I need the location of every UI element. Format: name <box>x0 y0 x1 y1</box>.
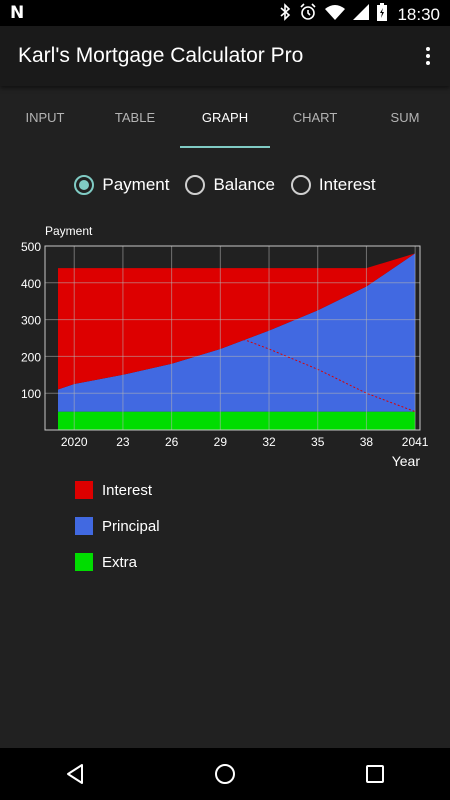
x-tick-label: 2020 <box>61 435 88 449</box>
bluetooth-icon <box>279 3 291 26</box>
x-tick-label: 29 <box>214 435 228 449</box>
radio-payment[interactable]: Payment <box>74 170 169 200</box>
legend-item-extra: Extra <box>75 544 160 580</box>
legend-swatch-extra <box>75 553 93 571</box>
navigation-bar <box>0 748 450 800</box>
x-tick-label: 26 <box>165 435 179 449</box>
status-icons: 18:30 <box>279 3 440 26</box>
radio-balance[interactable]: Balance <box>185 170 275 200</box>
tab-input[interactable]: INPUT <box>0 86 90 150</box>
area-extra <box>58 411 416 430</box>
graph-legend: Interest Principal Extra <box>75 472 160 580</box>
x-tick-label: 35 <box>311 435 325 449</box>
app-title: Karl's Mortgage Calculator Pro <box>18 44 304 67</box>
tab-graph[interactable]: GRAPH <box>180 86 270 150</box>
x-axis-label: Year <box>392 453 421 469</box>
legend-item-principal: Principal <box>75 508 160 544</box>
y-tick-label: 300 <box>21 314 41 328</box>
status-time: 18:30 <box>397 4 440 24</box>
legend-swatch-principal <box>75 517 93 535</box>
y-tick-label: 500 <box>21 240 41 254</box>
tab-bar: INPUT TABLE GRAPH CHART SUM <box>0 86 450 150</box>
radio-checked-icon <box>74 175 95 195</box>
signal-icon <box>353 4 370 25</box>
tab-table[interactable]: TABLE <box>90 86 180 150</box>
radio-interest[interactable]: Interest <box>290 170 376 200</box>
status-bar: N 18:30 <box>0 0 450 26</box>
home-icon[interactable] <box>203 752 247 796</box>
legend-label-extra: Extra <box>102 553 138 571</box>
tab-sum[interactable]: SUM <box>360 86 450 150</box>
legend-label-principal: Principal <box>102 517 160 535</box>
x-tick-label: 32 <box>262 435 276 449</box>
radio-balance-label: Balance <box>213 175 275 194</box>
notification-n-icon: N <box>10 3 25 23</box>
y-tick-label: 200 <box>21 350 41 364</box>
payment-graph: 100 200 300 400 500 2020 23 26 29 32 35 38 2041 Payme… <box>21 224 429 469</box>
legend-swatch-interest <box>75 481 93 499</box>
x-tick-label: 2041 <box>402 435 429 449</box>
x-tick-label: 38 <box>360 435 374 449</box>
alarm-icon <box>299 3 317 26</box>
radio-interest-label: Interest <box>318 175 376 194</box>
y-axis-label: Payment <box>45 224 93 238</box>
graph-type-radio-group: Payment Balance Interest <box>0 170 450 200</box>
radio-unchecked-icon <box>290 175 311 195</box>
y-tick-label: 100 <box>21 387 41 401</box>
wifi-icon <box>325 4 346 25</box>
legend-item-interest: Interest <box>75 472 160 508</box>
back-icon[interactable] <box>53 752 97 796</box>
app-bar: Karl's Mortgage Calculator Pro <box>0 26 450 86</box>
recents-icon[interactable] <box>353 752 397 796</box>
y-tick-label: 400 <box>21 277 41 291</box>
radio-unchecked-icon <box>185 175 206 195</box>
x-tick-label: 23 <box>116 435 130 449</box>
tab-chart[interactable]: CHART <box>270 86 360 150</box>
radio-payment-label: Payment <box>102 175 170 194</box>
battery-icon <box>377 3 388 26</box>
overflow-menu-icon[interactable] <box>418 42 438 70</box>
legend-label-interest: Interest <box>102 481 153 499</box>
